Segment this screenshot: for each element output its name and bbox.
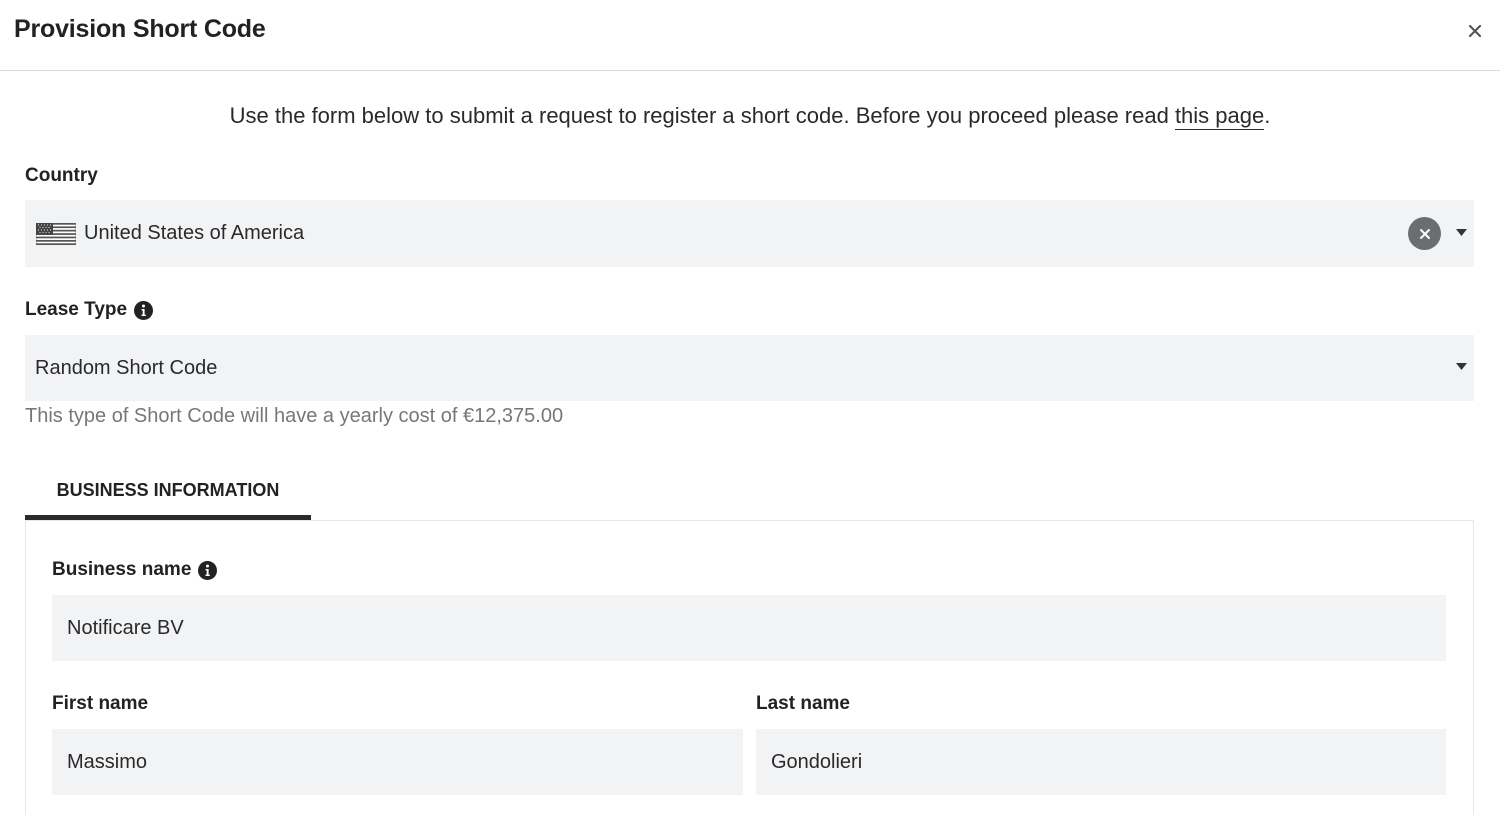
this-page-link[interactable]: this page (1174, 103, 1265, 130)
lease-type-select[interactable]: Random Short Code (25, 335, 1474, 401)
lease-type-label-text: Lease Type (25, 299, 128, 320)
country-label: Country (25, 165, 98, 187)
country-select[interactable]: United States of America (25, 200, 1474, 267)
country-value: United States of America (84, 222, 305, 244)
intro-text: Use the form below to submit a request t… (0, 103, 1500, 130)
last-name-label-text: Last name (756, 693, 850, 714)
clear-icon (1419, 228, 1430, 239)
last-name-input[interactable] (756, 729, 1446, 795)
first-name-label-text: First name (52, 693, 149, 714)
lease-type-dropdown-toggle[interactable] (1456, 363, 1467, 371)
first-name-label: First name (52, 693, 148, 715)
lease-cost-hint: This type of Short Code will have a year… (25, 405, 564, 427)
tab-business-information[interactable]: BUSINESS INFORMATION (25, 470, 311, 520)
business-name-input[interactable] (52, 595, 1446, 661)
intro-suffix: . (1264, 103, 1271, 128)
country-label-text: Country (25, 165, 98, 186)
dialog-header: Provision Short Code (0, 0, 1500, 71)
business-name-label-text: Business name (52, 559, 192, 580)
intro-sentence: Use the form below to submit a request t… (229, 103, 1175, 128)
business-name-label: Business name (52, 559, 218, 581)
lease-type-info-icon[interactable] (134, 300, 154, 320)
business-name-info-icon[interactable] (198, 560, 218, 580)
lease-type-value: Random Short Code (35, 356, 218, 379)
caret-down-icon (1456, 229, 1467, 236)
us-flag-icon (36, 222, 76, 245)
dialog-title: Provision Short Code (14, 15, 266, 43)
lease-type-label: Lease Type (25, 299, 154, 321)
close-button[interactable] (1464, 20, 1486, 42)
close-icon (1468, 24, 1482, 38)
country-dropdown-toggle[interactable] (1456, 229, 1467, 237)
clear-country-button[interactable] (1408, 217, 1441, 250)
caret-down-icon (1456, 363, 1467, 370)
last-name-label: Last name (756, 693, 850, 715)
first-name-input[interactable] (52, 729, 743, 795)
tab-label: BUSINESS INFORMATION (56, 480, 280, 500)
